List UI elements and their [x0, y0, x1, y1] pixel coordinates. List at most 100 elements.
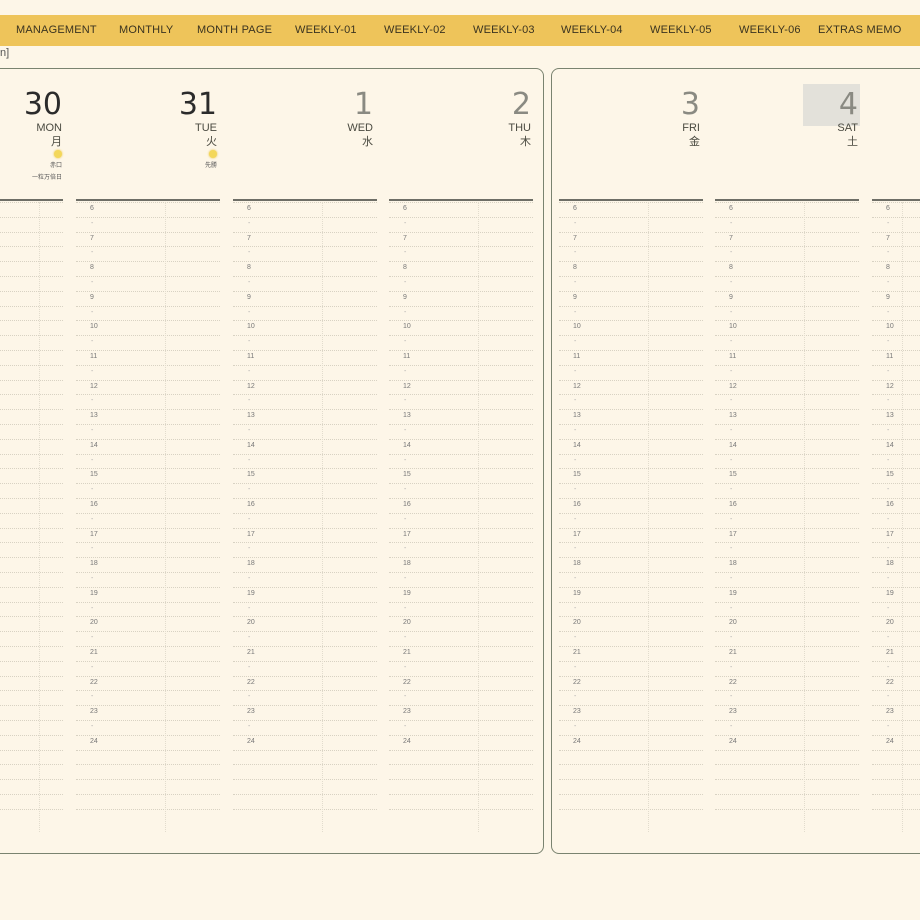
grid-line — [233, 379, 377, 381]
tab-weekly-03[interactable]: WEEKLY-03 — [473, 15, 535, 46]
half-hour-tick: - — [574, 545, 577, 553]
tab-monthly[interactable]: MONTHLY — [119, 15, 173, 46]
tab-weekly-01[interactable]: WEEKLY-01 — [295, 15, 357, 46]
tab-weekly-06[interactable]: WEEKLY-06 — [739, 15, 801, 46]
hour-label: 13 — [886, 412, 894, 420]
tab-management[interactable]: MANAGEMENT — [16, 15, 97, 46]
grid-line — [872, 202, 920, 203]
grid-line — [0, 586, 63, 588]
half-hour-tick: - — [730, 723, 733, 730]
grid-line — [76, 216, 220, 218]
grid-line — [389, 646, 533, 647]
hour-label: 22 — [573, 678, 581, 686]
hour-label: 21 — [90, 649, 98, 656]
hour-label: 16 — [886, 501, 894, 508]
hour-label: 20 — [573, 619, 581, 627]
half-hour-tick: - — [730, 338, 733, 346]
grid-line — [389, 483, 533, 485]
hour-label: 10 — [403, 323, 411, 331]
hour-label: 10 — [247, 323, 255, 331]
hour-label: 19 — [886, 589, 894, 597]
grid-line — [76, 498, 220, 499]
grid-line — [0, 512, 63, 514]
half-hour-tick: - — [730, 427, 733, 434]
half-hour-tick: - — [887, 634, 890, 642]
grid-line — [233, 527, 377, 529]
day-number: 4 — [838, 87, 858, 122]
hour-label: 11 — [247, 353, 255, 360]
grid-line — [872, 779, 920, 781]
half-hour-tick: - — [91, 486, 94, 494]
half-hour-tick: - — [248, 486, 251, 494]
grid-line — [233, 808, 377, 810]
tab-weekly-04[interactable]: WEEKLY-04 — [561, 15, 623, 46]
hour-label: 21 — [573, 649, 581, 656]
grid-line — [559, 690, 703, 692]
half-hour-tick: - — [91, 693, 94, 701]
grid-line — [715, 690, 859, 692]
tab-extras-memo[interactable]: EXTRAS MEMO — [818, 15, 902, 46]
hour-label: 16 — [247, 501, 255, 508]
tab-month-page[interactable]: MONTH PAGE — [197, 15, 272, 46]
half-hour-tick: - — [248, 427, 251, 434]
half-hour-tick: - — [248, 634, 251, 642]
half-hour-tick: - — [574, 663, 577, 671]
day-number: 2 — [511, 87, 531, 122]
tab-weekly-02[interactable]: WEEKLY-02 — [384, 15, 446, 46]
half-hour-tick: - — [887, 515, 890, 523]
day-note1: 赤口 — [49, 163, 62, 169]
half-hour-tick: - — [248, 545, 251, 553]
grid-line — [715, 364, 859, 366]
half-hour-tick: - — [574, 575, 577, 582]
grid-line — [872, 424, 920, 425]
hour-label: 19 — [573, 589, 581, 597]
half-hour-tick: - — [91, 545, 94, 553]
hour-label: 10 — [729, 323, 737, 331]
grid-line — [559, 498, 703, 499]
half-hour-tick: - — [574, 308, 577, 316]
hour-label: 7 — [729, 234, 733, 242]
half-hour-tick: - — [404, 456, 407, 464]
grid-line — [76, 320, 220, 322]
grid-line — [233, 572, 377, 573]
grid-line — [0, 335, 63, 337]
grid-line — [389, 808, 533, 810]
hour-label: 10 — [90, 323, 98, 331]
grid-line — [559, 246, 703, 248]
grid-line — [872, 379, 920, 381]
day-header-tue: 31 TUE 火先勝 — [117, 88, 217, 171]
grid-line — [559, 350, 703, 351]
day-name: FRI — [682, 122, 700, 134]
grid-line — [559, 720, 703, 721]
schedule-column[interactable] — [0, 200, 63, 840]
tab-weekly-05[interactable]: WEEKLY-05 — [650, 15, 712, 46]
grid-line — [233, 438, 377, 440]
grid-line — [389, 542, 533, 544]
half-hour-tick: - — [91, 308, 94, 316]
hour-label: 18 — [729, 560, 737, 568]
grid-line — [389, 246, 533, 248]
half-hour-tick: - — [574, 367, 577, 375]
grid-guide — [322, 202, 323, 832]
grid-line — [233, 779, 377, 781]
grid-line — [872, 542, 920, 544]
hour-label: 13 — [403, 412, 411, 420]
grid-line — [233, 305, 377, 307]
grid-line — [389, 438, 533, 440]
grid-line — [872, 764, 920, 766]
hour-label: 15 — [247, 471, 255, 479]
hour-label: 12 — [247, 382, 255, 390]
grid-line — [872, 660, 920, 662]
grid-line — [233, 734, 377, 736]
half-hour-tick: - — [248, 663, 251, 671]
hour-label: 11 — [729, 353, 737, 360]
hour-label: 19 — [247, 589, 255, 597]
grid-line — [233, 498, 377, 499]
half-hour-tick: - — [248, 219, 251, 227]
moon-phase-icon — [209, 150, 217, 158]
hour-label: 18 — [247, 560, 255, 568]
hour-label: 9 — [573, 293, 577, 301]
grid-line — [233, 720, 377, 721]
half-hour-tick: - — [248, 723, 251, 730]
grid-line — [0, 705, 63, 707]
